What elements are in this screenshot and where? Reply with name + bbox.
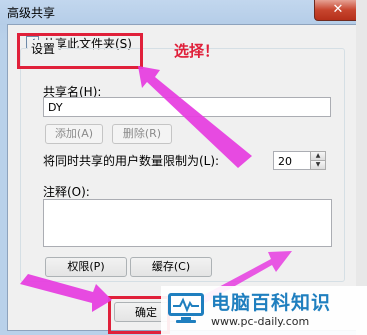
watermark-url: www.pc-daily.com	[211, 315, 310, 328]
right-scrollbar[interactable]	[356, 0, 367, 335]
arrow-overlay	[20, 66, 292, 312]
watermark-brand: 电脑百科知识	[211, 292, 332, 314]
arrow-to-checkbox-icon	[138, 66, 252, 168]
monitor-pulse-icon	[168, 293, 204, 323]
arrow-to-ok-button-icon	[20, 274, 112, 312]
site-watermark: 电脑百科知识 www.pc-daily.com	[161, 286, 367, 335]
